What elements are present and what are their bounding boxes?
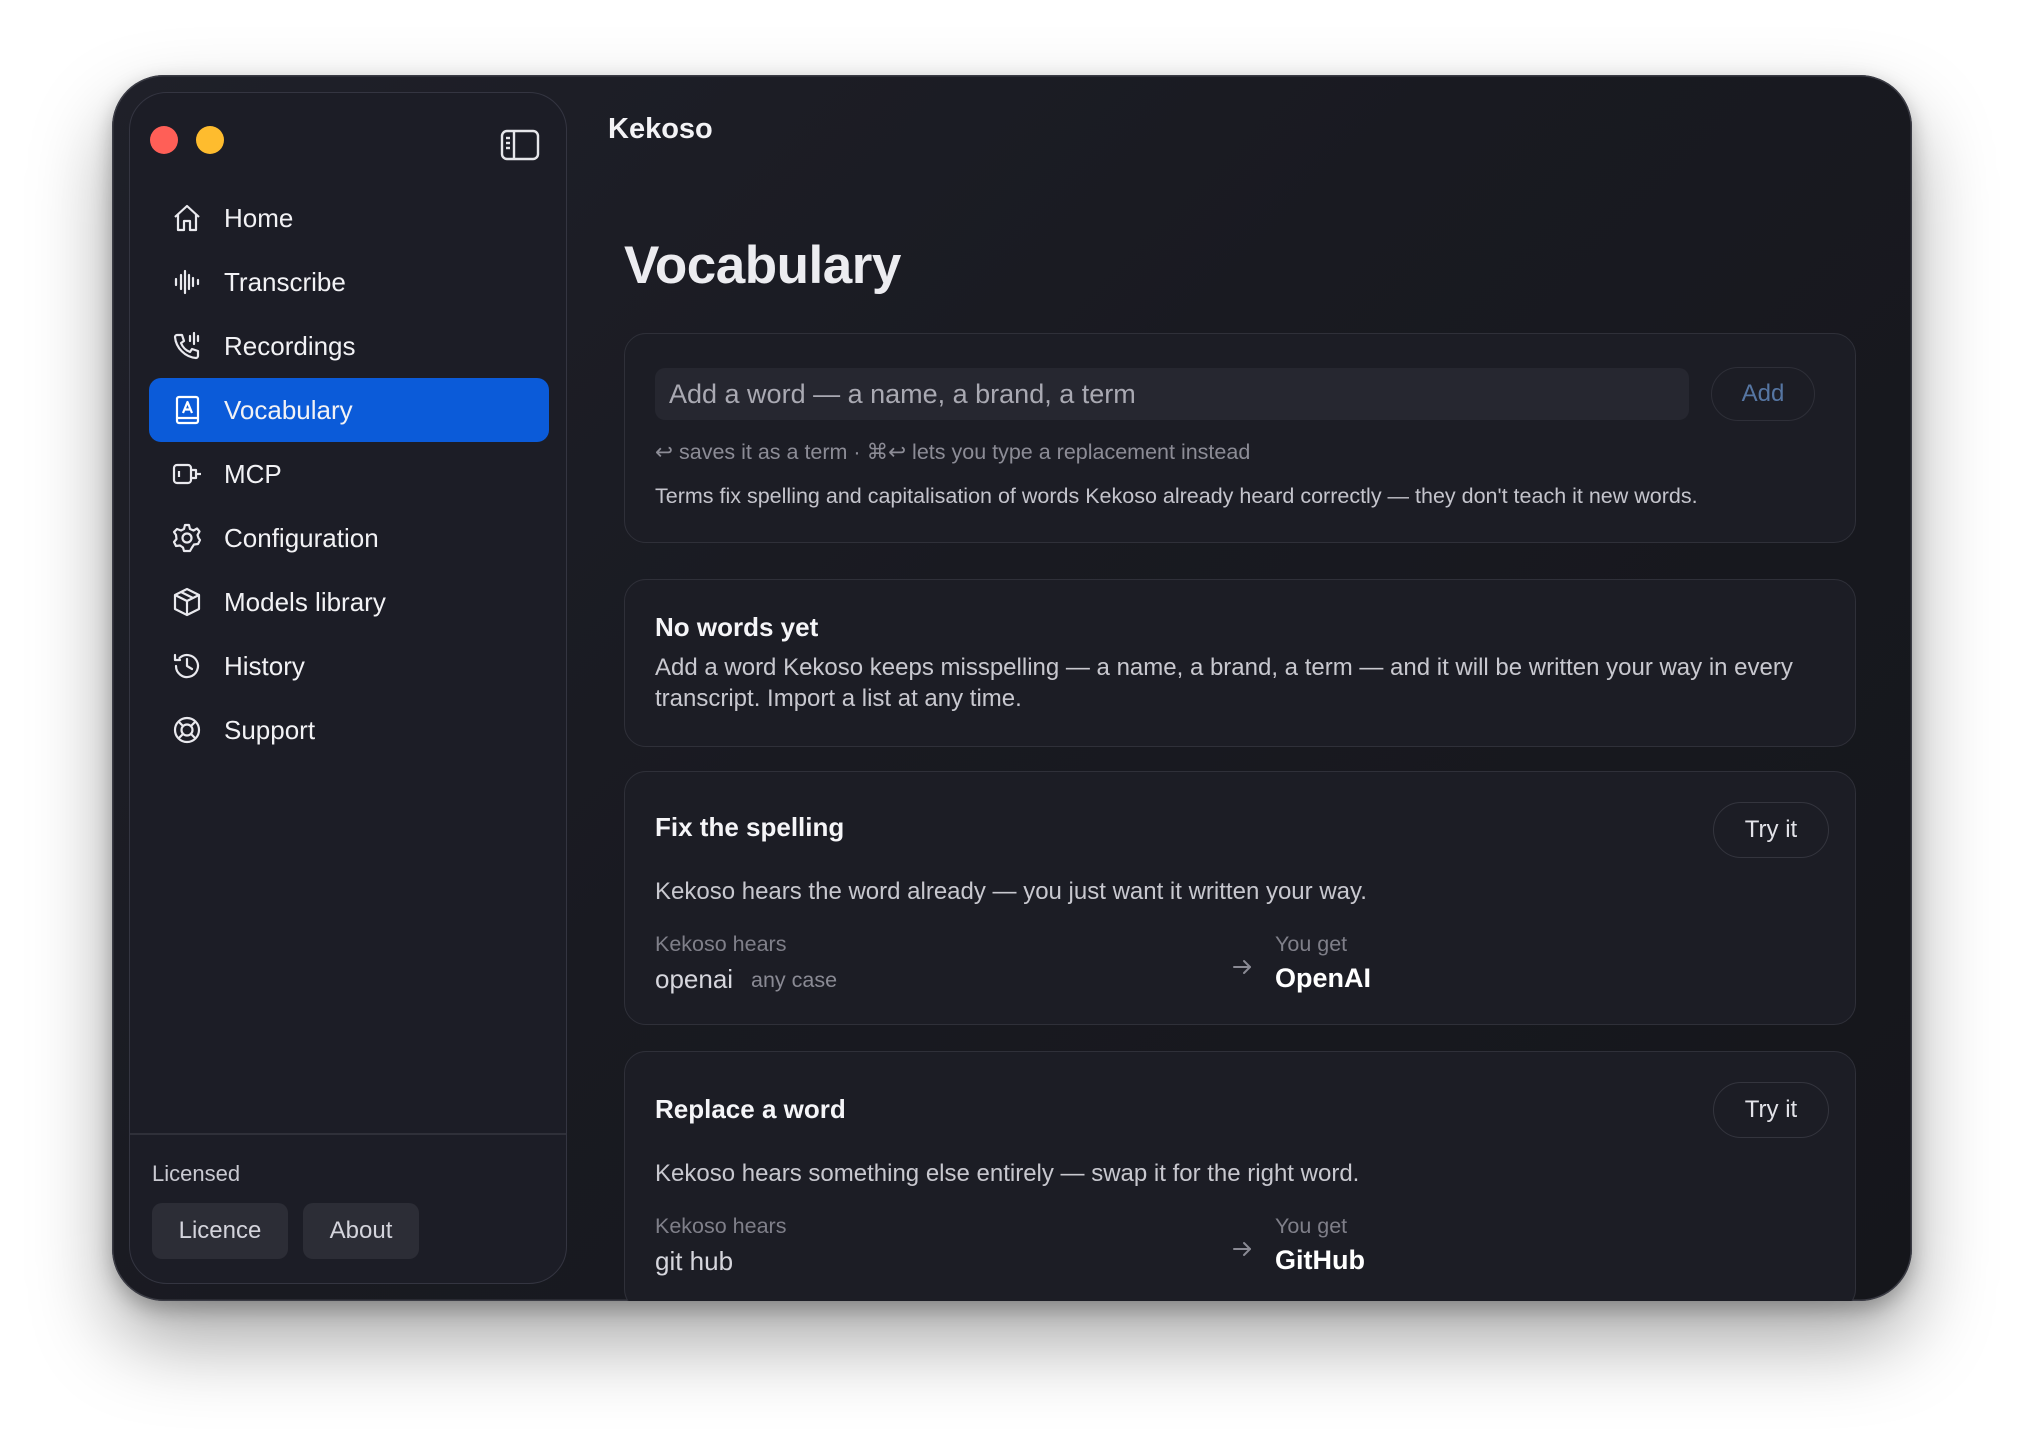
home-icon	[171, 202, 203, 234]
result-label: You get	[1275, 932, 1348, 956]
result-value: GitHub	[1275, 1245, 1365, 1275]
heard-label: Kekoso hears	[655, 1214, 787, 1238]
arrow-right-icon	[1231, 956, 1253, 978]
plug-icon	[171, 458, 203, 490]
sidebar-item-label: Recordings	[224, 330, 356, 361]
sidebar-item-label: MCP	[224, 458, 282, 489]
sidebar-item-support[interactable]: Support	[149, 698, 549, 762]
sidebar-item-recordings[interactable]: Recordings	[149, 314, 549, 378]
try-it-button[interactable]: Try it	[1713, 1082, 1829, 1138]
sidebar-item-label: Models library	[224, 586, 386, 617]
clock-history-icon	[171, 650, 203, 682]
sidebar-toggle-icon[interactable]	[500, 129, 540, 161]
gear-icon	[171, 522, 203, 554]
try-it-button[interactable]: Try it	[1713, 802, 1829, 858]
result-label: You get	[1275, 1214, 1348, 1238]
app-window: Home Transcribe Recordings Vocabulary MC…	[112, 75, 1912, 1301]
example-title: Replace a word	[655, 1094, 846, 1124]
sidebar-item-label: Support	[224, 714, 316, 745]
sidebar-item-label: Vocabulary	[224, 394, 353, 425]
sidebar-item-label: Home	[224, 202, 294, 233]
cube-icon	[171, 586, 203, 618]
sidebar-item-home[interactable]: Home	[149, 186, 549, 250]
empty-state-card: No words yet Add a word Kekoso keeps mis…	[624, 579, 1856, 747]
waveform-icon	[171, 266, 203, 298]
heard-label: Kekoso hears	[655, 932, 787, 956]
sidebar-divider	[130, 1133, 566, 1135]
sidebar-item-label: History	[224, 650, 305, 681]
sidebar-item-mcp[interactable]: MCP	[149, 442, 549, 506]
example-description: Kekoso hears the word already — you just…	[655, 878, 1367, 905]
sidebar-item-label: Transcribe	[224, 266, 346, 297]
book-icon	[171, 394, 203, 426]
close-window-button[interactable]	[150, 126, 178, 154]
heard-value: git hub	[655, 1246, 734, 1276]
add-word-input[interactable]	[655, 368, 1689, 420]
empty-state-body: Add a word Kekoso keeps misspelling — a …	[655, 654, 1793, 712]
example-card-fix-spelling: Fix the spelling Try it Kekoso hears the…	[624, 771, 1856, 1025]
add-button[interactable]: Add	[1711, 367, 1815, 421]
heard-qualifier: any case	[751, 968, 838, 992]
keyboard-hint: ↩ saves it as a term · ⌘↩ lets you type …	[655, 440, 1251, 464]
phone-recording-icon	[171, 330, 203, 362]
app-title: Kekoso	[608, 113, 713, 145]
sidebar-item-models-library[interactable]: Models library	[149, 570, 549, 634]
minimize-window-button[interactable]	[196, 126, 224, 154]
sidebar-item-history[interactable]: History	[149, 634, 549, 698]
about-button[interactable]: About	[303, 1203, 419, 1259]
sidebar-nav: Home Transcribe Recordings Vocabulary MC…	[149, 186, 549, 762]
result-value: OpenAI	[1275, 963, 1372, 993]
empty-state-title: No words yet	[655, 612, 819, 642]
page-title: Vocabulary	[624, 236, 901, 295]
arrow-right-icon	[1231, 1238, 1253, 1260]
licence-button[interactable]: Licence	[152, 1203, 288, 1259]
licence-status: Licensed	[152, 1161, 241, 1186]
example-card-replace-word: Replace a word Try it Kekoso hears somet…	[624, 1051, 1856, 1301]
example-description: Kekoso hears something else entirely — s…	[655, 1160, 1360, 1187]
sidebar-item-configuration[interactable]: Configuration	[149, 506, 549, 570]
example-title: Fix the spelling	[655, 812, 845, 842]
sidebar-item-transcribe[interactable]: Transcribe	[149, 250, 549, 314]
add-word-card: Add ↩ saves it as a term · ⌘↩ lets you t…	[624, 333, 1856, 543]
sidebar: Home Transcribe Recordings Vocabulary MC…	[129, 92, 567, 1284]
terms-note: Terms fix spelling and capitalisation of…	[655, 484, 1698, 508]
sidebar-item-label: Configuration	[224, 522, 379, 553]
sidebar-item-vocabulary[interactable]: Vocabulary	[149, 378, 549, 442]
heard-value: openai	[655, 964, 734, 994]
lifebuoy-icon	[171, 714, 203, 746]
